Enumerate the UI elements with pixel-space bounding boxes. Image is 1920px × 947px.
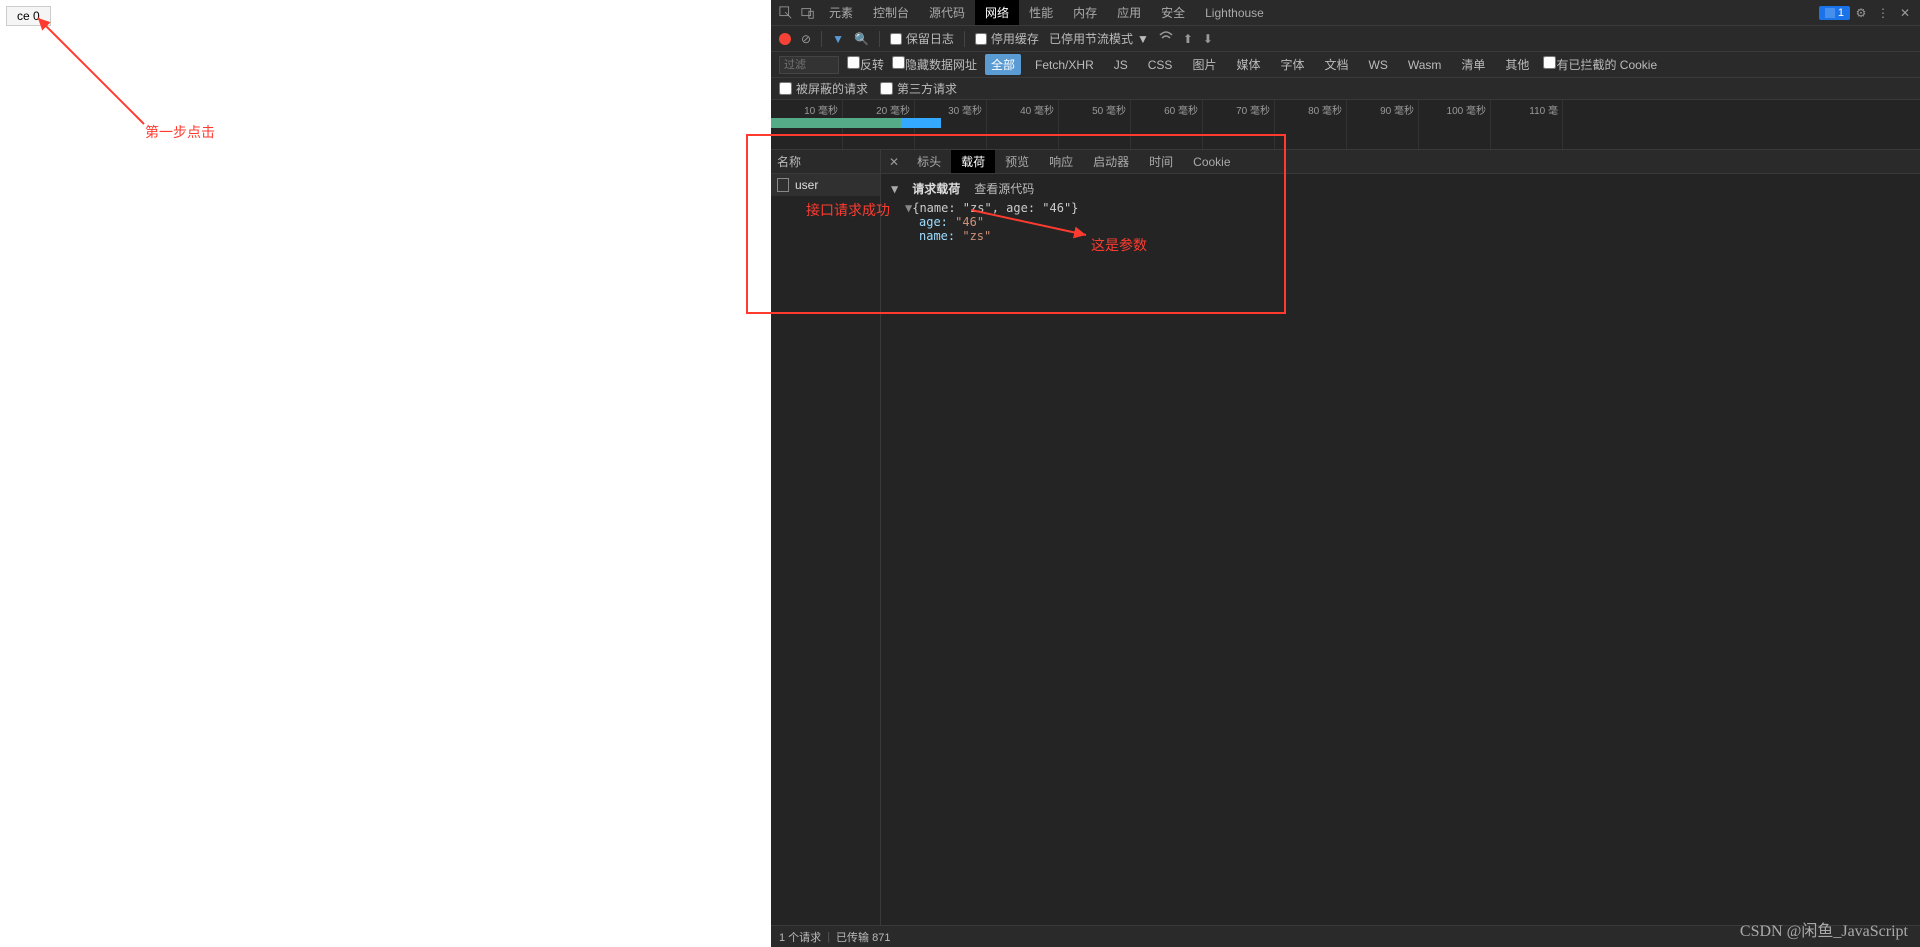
payload-key: age:: [905, 215, 948, 229]
dtab-preview[interactable]: 预览: [995, 150, 1039, 173]
issues-badge[interactable]: 1: [1819, 6, 1850, 20]
chip-other[interactable]: 其他: [1499, 54, 1535, 75]
hide-data-urls-checkbox[interactable]: 隐藏数据网址: [892, 56, 977, 73]
detail-tabs: ✕ 标头 载荷 预览 响应 启动器 时间 Cookie: [881, 150, 1920, 174]
close-devtools-icon[interactable]: ✕: [1894, 2, 1916, 24]
payload-val: "46": [955, 215, 984, 229]
tab-elements[interactable]: 元素: [819, 0, 863, 25]
timeline-tick: 90 毫秒: [1347, 100, 1419, 149]
dtab-response[interactable]: 响应: [1039, 150, 1083, 173]
chip-img[interactable]: 图片: [1186, 54, 1222, 75]
network-toolbar: ⊘ ▼ 🔍 保留日志 停用缓存 已停用节流模式 ▼ ⬆ ⬇: [771, 26, 1920, 52]
request-list: 名称 user: [771, 150, 881, 947]
chip-media[interactable]: 媒体: [1230, 54, 1266, 75]
timeline-tick: 50 毫秒: [1059, 100, 1131, 149]
request-list-header: 名称: [771, 150, 880, 174]
timeline-tick: 110 毫: [1491, 100, 1563, 149]
tab-application[interactable]: 应用: [1107, 0, 1151, 25]
expand-triangle-icon[interactable]: ▼: [891, 182, 898, 196]
network-timeline[interactable]: 10 毫秒 20 毫秒 30 毫秒 40 毫秒 50 毫秒 60 毫秒 70 毫…: [771, 100, 1920, 150]
third-party-checkbox[interactable]: 第三方请求: [880, 80, 957, 97]
device-toggle-icon[interactable]: [797, 2, 819, 24]
blocked-cookies-checkbox[interactable]: 有已拦截的 Cookie: [1543, 56, 1657, 73]
chip-css[interactable]: CSS: [1142, 56, 1179, 74]
timeline-bar: [901, 118, 941, 128]
chip-all[interactable]: 全部: [985, 54, 1021, 75]
timeline-bar: [771, 118, 901, 128]
tab-security[interactable]: 安全: [1151, 0, 1195, 25]
annotation-arrow-1: [34, 14, 154, 134]
chip-js[interactable]: JS: [1108, 56, 1134, 74]
view-source-link[interactable]: 查看源代码: [974, 180, 1034, 197]
dtab-cookies[interactable]: Cookie: [1183, 150, 1240, 173]
gear-icon[interactable]: ⚙: [1850, 2, 1872, 24]
request-item-user[interactable]: user: [771, 174, 880, 196]
ce-button[interactable]: ce 0: [6, 6, 51, 26]
filter-toggle-icon[interactable]: ▼: [832, 32, 844, 46]
status-requests: 1 个请求: [779, 929, 821, 945]
network-hide-bar: 被屏蔽的请求 第三方请求: [771, 78, 1920, 100]
timeline-tick: 100 毫秒: [1419, 100, 1491, 149]
clear-icon[interactable]: ⊘: [801, 32, 811, 46]
request-detail-panel: ✕ 标头 载荷 预览 响应 启动器 时间 Cookie ▼ 请求载荷 查看源代码…: [881, 150, 1920, 947]
network-filter-bar: 反转 隐藏数据网址 全部 Fetch/XHR JS CSS 图片 媒体 字体 文…: [771, 52, 1920, 78]
dtab-headers[interactable]: 标头: [907, 150, 951, 173]
hidden-requests-checkbox[interactable]: 被屏蔽的请求: [779, 80, 868, 97]
wifi-icon[interactable]: [1159, 31, 1173, 46]
network-content: 名称 user ✕ 标头 载荷 预览 响应 启动器 时间 Cookie ▼ 请求…: [771, 150, 1920, 947]
more-icon[interactable]: ⋮: [1872, 2, 1894, 24]
chip-doc[interactable]: 文档: [1318, 54, 1354, 75]
browser-page: ce 0 第一步点击: [0, 0, 771, 947]
chip-fetch[interactable]: Fetch/XHR: [1029, 56, 1100, 74]
throttling-select[interactable]: 已停用节流模式 ▼: [1049, 30, 1149, 47]
search-icon[interactable]: 🔍: [854, 32, 869, 46]
dtab-timing[interactable]: 时间: [1139, 150, 1183, 173]
preserve-log-checkbox[interactable]: 保留日志: [890, 30, 954, 47]
chip-ws[interactable]: WS: [1363, 56, 1394, 74]
payload-key: name:: [905, 229, 955, 243]
record-icon[interactable]: [779, 33, 791, 45]
payload-area: ▼ 请求载荷 查看源代码 ▼{name: "zs", age: "46"} ag…: [881, 174, 1920, 249]
invert-checkbox[interactable]: 反转: [847, 56, 884, 73]
chip-manifest[interactable]: 清单: [1455, 54, 1491, 75]
annotation-step1: 第一步点击: [145, 122, 215, 142]
tab-lighthouse[interactable]: Lighthouse: [1195, 0, 1274, 25]
dtab-initiator[interactable]: 启动器: [1083, 150, 1139, 173]
download-icon[interactable]: ⬇: [1203, 32, 1213, 46]
chip-wasm[interactable]: Wasm: [1402, 56, 1448, 74]
dtab-payload[interactable]: 载荷: [951, 150, 995, 173]
tab-performance[interactable]: 性能: [1019, 0, 1063, 25]
timeline-tick: 60 毫秒: [1131, 100, 1203, 149]
timeline-tick: 70 毫秒: [1203, 100, 1275, 149]
close-detail-icon[interactable]: ✕: [881, 155, 907, 169]
filter-input[interactable]: [779, 56, 839, 74]
devtools-tab-bar: 元素 控制台 源代码 网络 性能 内存 应用 安全 Lighthouse 1 ⚙…: [771, 0, 1920, 26]
tab-network[interactable]: 网络: [975, 0, 1019, 25]
devtools-panel: 元素 控制台 源代码 网络 性能 内存 应用 安全 Lighthouse 1 ⚙…: [771, 0, 1920, 947]
payload-object: {name: "zs", age: "46"}: [912, 201, 1078, 215]
tab-memory[interactable]: 内存: [1063, 0, 1107, 25]
payload-val: "zs": [962, 229, 991, 243]
file-icon: [777, 178, 789, 192]
tab-console[interactable]: 控制台: [863, 0, 919, 25]
timeline-tick: 80 毫秒: [1275, 100, 1347, 149]
inspect-icon[interactable]: [775, 2, 797, 24]
disable-cache-checkbox[interactable]: 停用缓存: [975, 30, 1039, 47]
chip-font[interactable]: 字体: [1274, 54, 1310, 75]
tab-sources[interactable]: 源代码: [919, 0, 975, 25]
status-transferred: 已传输 871: [836, 929, 890, 945]
payload-title: 请求载荷: [912, 180, 960, 197]
watermark: CSDN @闲鱼_JavaScript: [1740, 917, 1908, 941]
timeline-tick: 40 毫秒: [987, 100, 1059, 149]
upload-icon[interactable]: ⬆: [1183, 32, 1193, 46]
